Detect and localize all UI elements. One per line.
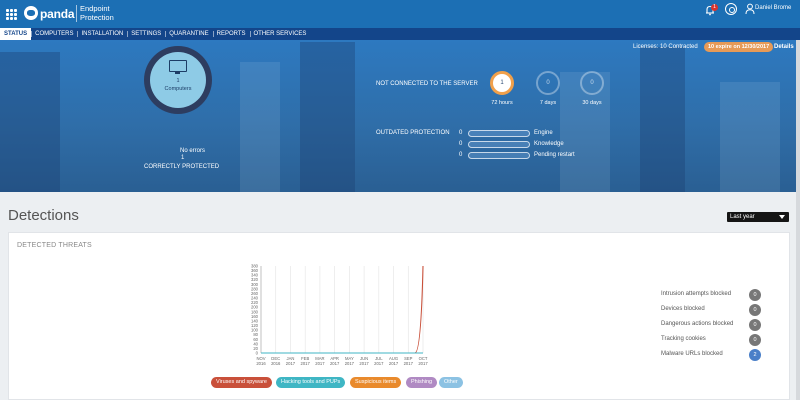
y-tick-label: 380 — [251, 264, 259, 269]
y-tick-label: 100 — [251, 328, 259, 333]
x-tick-label: 2017 — [374, 361, 384, 366]
intrusion-attempts-label: Intrusion attempts blocked — [661, 291, 732, 297]
x-tick-label: 2017 — [389, 361, 399, 366]
y-tick-label: 160 — [251, 314, 259, 319]
y-tick-label: 60 — [253, 337, 258, 342]
legend-item[interactable]: Viruses and spyware — [211, 377, 272, 388]
tracking-cookies-label: Tracking cookies — [661, 336, 706, 342]
y-tick-label: 240 — [251, 296, 259, 301]
y-tick-label: 200 — [251, 305, 259, 310]
x-tick-label: 2016 — [256, 361, 266, 366]
legend-item[interactable]: Other — [439, 377, 463, 388]
dangerous-actions-label: Dangerous actions blocked — [661, 321, 734, 327]
x-tick-label: 2017 — [359, 361, 369, 366]
y-tick-label: 120 — [251, 323, 259, 328]
tracking-cookies-value[interactable]: 0 — [749, 334, 761, 346]
malware-urls-label: Malware URLs blocked — [661, 351, 723, 357]
y-tick-label: 360 — [251, 268, 259, 273]
legend-item[interactable]: Hacking tools and PUPs — [276, 377, 346, 388]
y-tick-label: 80 — [253, 332, 258, 337]
intrusion-attempts-value[interactable]: 0 — [749, 289, 761, 301]
y-tick-label: 340 — [251, 273, 259, 278]
y-tick-label: 40 — [253, 341, 258, 346]
y-tick-label: 140 — [251, 318, 259, 323]
legend-item[interactable]: Phishing — [406, 377, 438, 388]
page-scrollbar[interactable] — [796, 40, 800, 400]
y-tick-label: 220 — [251, 300, 259, 305]
y-tick-label: 20 — [253, 346, 258, 351]
x-tick-label: 2017 — [418, 361, 428, 366]
y-tick-label: 300 — [251, 282, 259, 287]
dangerous-actions-value[interactable]: 0 — [749, 319, 761, 331]
y-tick-label: 280 — [251, 286, 259, 291]
x-tick-label: 2017 — [286, 361, 296, 366]
legend-item[interactable]: Suspicious items — [350, 377, 402, 388]
x-tick-label: 2017 — [404, 361, 414, 366]
x-tick-label: 2017 — [330, 361, 340, 366]
x-tick-label: 2016 — [271, 361, 281, 366]
y-tick-label: 260 — [251, 291, 259, 296]
x-tick-label: 2017 — [301, 361, 311, 366]
x-tick-label: 2017 — [345, 361, 355, 366]
devices-blocked-value[interactable]: 0 — [749, 304, 761, 316]
devices-blocked-label: Devices blocked — [661, 306, 705, 312]
x-tick-label: 2017 — [315, 361, 325, 366]
y-tick-label: 0 — [256, 351, 259, 356]
y-tick-label: 180 — [251, 309, 259, 314]
series-line — [261, 265, 424, 354]
y-tick-label: 320 — [251, 277, 259, 282]
malware-urls-value[interactable]: 2 — [749, 349, 761, 361]
